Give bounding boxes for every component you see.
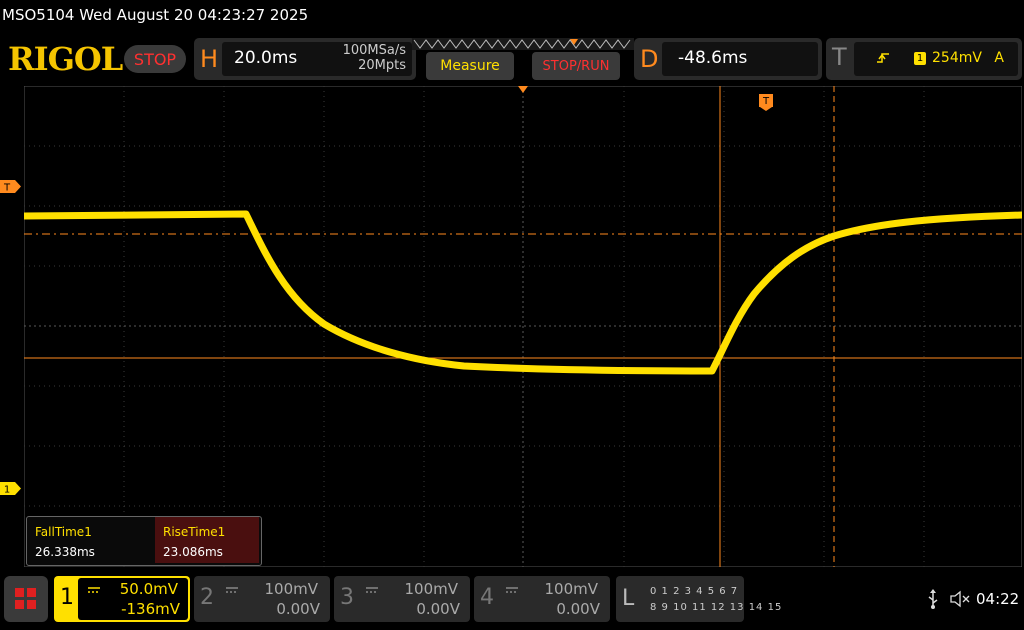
menu-button[interactable] bbox=[4, 576, 48, 622]
rigol-logo: RIGOL bbox=[8, 40, 123, 78]
trigger-readout: 1 254mV A bbox=[854, 42, 1018, 76]
trigger-label: T bbox=[832, 43, 847, 71]
horizontal-panel[interactable]: H 20.0ms 100MSa/s 20Mpts bbox=[194, 38, 416, 80]
measurement-value: 23.086ms bbox=[163, 545, 223, 559]
dc-coupling-icon bbox=[226, 587, 238, 593]
measurement-name: FallTime1 bbox=[35, 525, 92, 539]
mute-icon[interactable] bbox=[950, 590, 970, 608]
logic-channels-row1: 0 1 2 3 4 5 6 7 bbox=[650, 586, 739, 597]
channel3-number: 3 bbox=[340, 585, 354, 610]
measurement-falltime: FallTime1 26.338ms bbox=[27, 517, 131, 563]
channel1-panel[interactable]: 1 50.0mV -136mV bbox=[54, 576, 190, 622]
sample-rate: 100MSa/s bbox=[342, 43, 406, 58]
measurement-value: 26.338ms bbox=[35, 545, 95, 559]
trigger-level-marker[interactable]: T bbox=[0, 180, 22, 193]
channel1-marker-label: 1 bbox=[4, 485, 10, 496]
waveform-display[interactable]: T bbox=[24, 86, 1022, 567]
channel3-panel[interactable]: 3 100mV 0.00V bbox=[334, 576, 470, 622]
channel4-number: 4 bbox=[480, 585, 494, 610]
dc-coupling-icon bbox=[88, 587, 100, 593]
trigger-marker-label: T bbox=[3, 183, 11, 194]
trigger-mode: A bbox=[994, 50, 1004, 66]
svg-text:T: T bbox=[762, 96, 770, 107]
trigger-panel[interactable]: T 1 254mV A bbox=[826, 38, 1022, 80]
logic-label: L bbox=[622, 586, 635, 611]
channel1-number: 1 bbox=[60, 585, 74, 610]
measurement-risetime: RiseTime1 23.086ms bbox=[155, 517, 259, 563]
measurement-panel[interactable]: FallTime1 26.338ms RiseTime1 23.086ms bbox=[26, 516, 262, 566]
channel4-panel[interactable]: 4 100mV 0.00V bbox=[474, 576, 610, 622]
delay-label: D bbox=[640, 45, 659, 73]
memory-position-strip bbox=[412, 38, 634, 50]
dc-coupling-icon bbox=[506, 587, 518, 593]
run-status-badge[interactable]: STOP bbox=[124, 45, 186, 73]
logic-channels-row2: 8 9 10 11 12 13 14 15 bbox=[650, 602, 783, 613]
channel4-offset: 0.00V bbox=[556, 600, 600, 618]
measurement-name: RiseTime1 bbox=[163, 525, 226, 539]
rising-edge-icon bbox=[877, 53, 889, 63]
bottom-bar: 1 50.0mV -136mV 2 100mV 0.00V 3 100mV 0.… bbox=[0, 572, 1024, 630]
delay-value: -48.6ms bbox=[678, 48, 748, 68]
channel1-offset: -136mV bbox=[121, 600, 180, 618]
channel1-offset-marker[interactable]: 1 bbox=[0, 482, 22, 495]
sample-info: 100MSa/s 20Mpts bbox=[343, 43, 406, 73]
channel2-offset: 0.00V bbox=[276, 600, 320, 618]
channel3-offset: 0.00V bbox=[416, 600, 460, 618]
trigger-level: 254mV bbox=[932, 50, 982, 66]
channel2-panel[interactable]: 2 100mV 0.00V bbox=[194, 576, 330, 622]
channel2-number: 2 bbox=[200, 585, 214, 610]
timebase-value: 20.0ms bbox=[234, 48, 298, 68]
horizontal-readout: 20.0ms 100MSa/s 20Mpts bbox=[222, 42, 412, 76]
usb-icon bbox=[928, 589, 938, 609]
status-clock: 04:22 bbox=[976, 590, 1020, 608]
channel3-scale: 100mV bbox=[404, 580, 458, 598]
dc-coupling-icon bbox=[366, 587, 378, 593]
window-title: MSO5104 Wed August 20 04:23:27 2025 bbox=[2, 6, 309, 24]
channel1-scale: 50.0mV bbox=[119, 580, 178, 598]
channel2-scale: 100mV bbox=[264, 580, 318, 598]
delay-readout: -48.6ms bbox=[662, 42, 818, 76]
trigger-source-badge: 1 bbox=[914, 52, 926, 65]
logic-panel[interactable]: L 0 1 2 3 4 5 6 7 8 9 10 11 12 13 14 15 bbox=[616, 576, 781, 622]
measure-button[interactable]: Measure bbox=[426, 52, 514, 80]
horizontal-label: H bbox=[200, 45, 219, 73]
channel4-scale: 100mV bbox=[544, 580, 598, 598]
stop-run-button[interactable]: STOP/RUN bbox=[532, 52, 620, 80]
delay-panel[interactable]: D -48.6ms bbox=[634, 38, 822, 80]
grid-menu-icon bbox=[15, 588, 36, 609]
memory-depth: 20Mpts bbox=[358, 58, 406, 73]
